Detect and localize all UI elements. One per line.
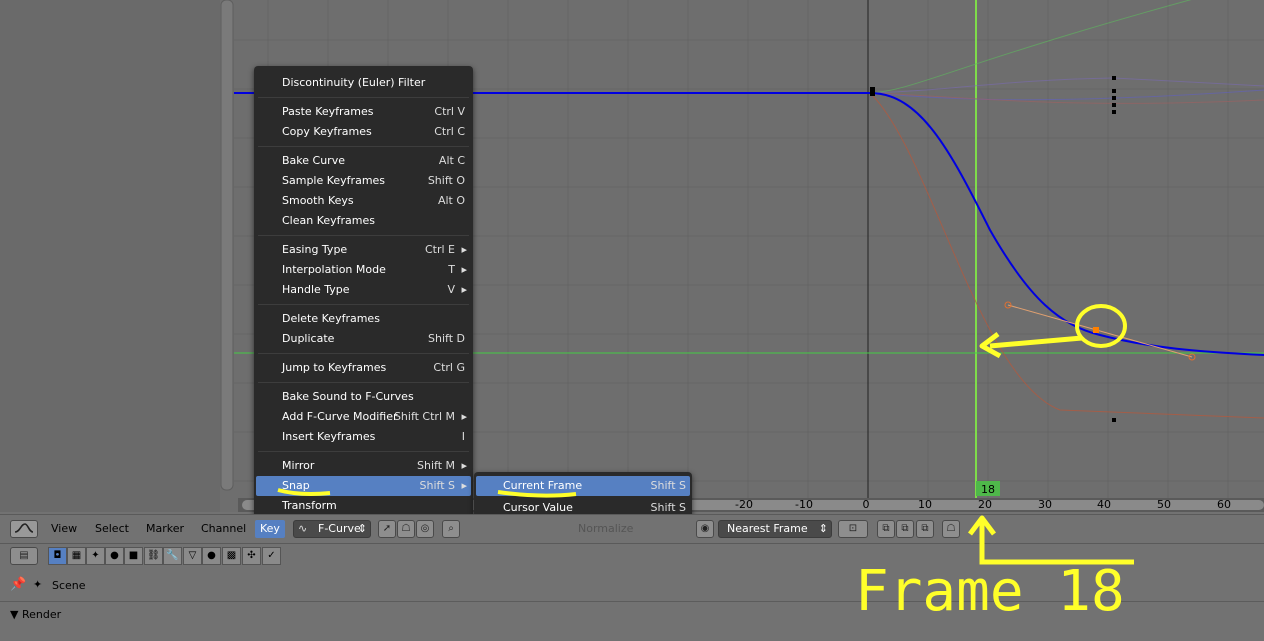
underline-snap — [277, 488, 331, 496]
highlight-circle — [1075, 304, 1127, 348]
arrow-to-frame-line — [989, 335, 1083, 349]
arrow-to-frame-badge — [979, 520, 1134, 565]
underline-current-frame — [497, 490, 577, 498]
annotation-overlay — [277, 304, 1134, 565]
frame-18-annotation: Frame 18 — [855, 559, 1125, 624]
